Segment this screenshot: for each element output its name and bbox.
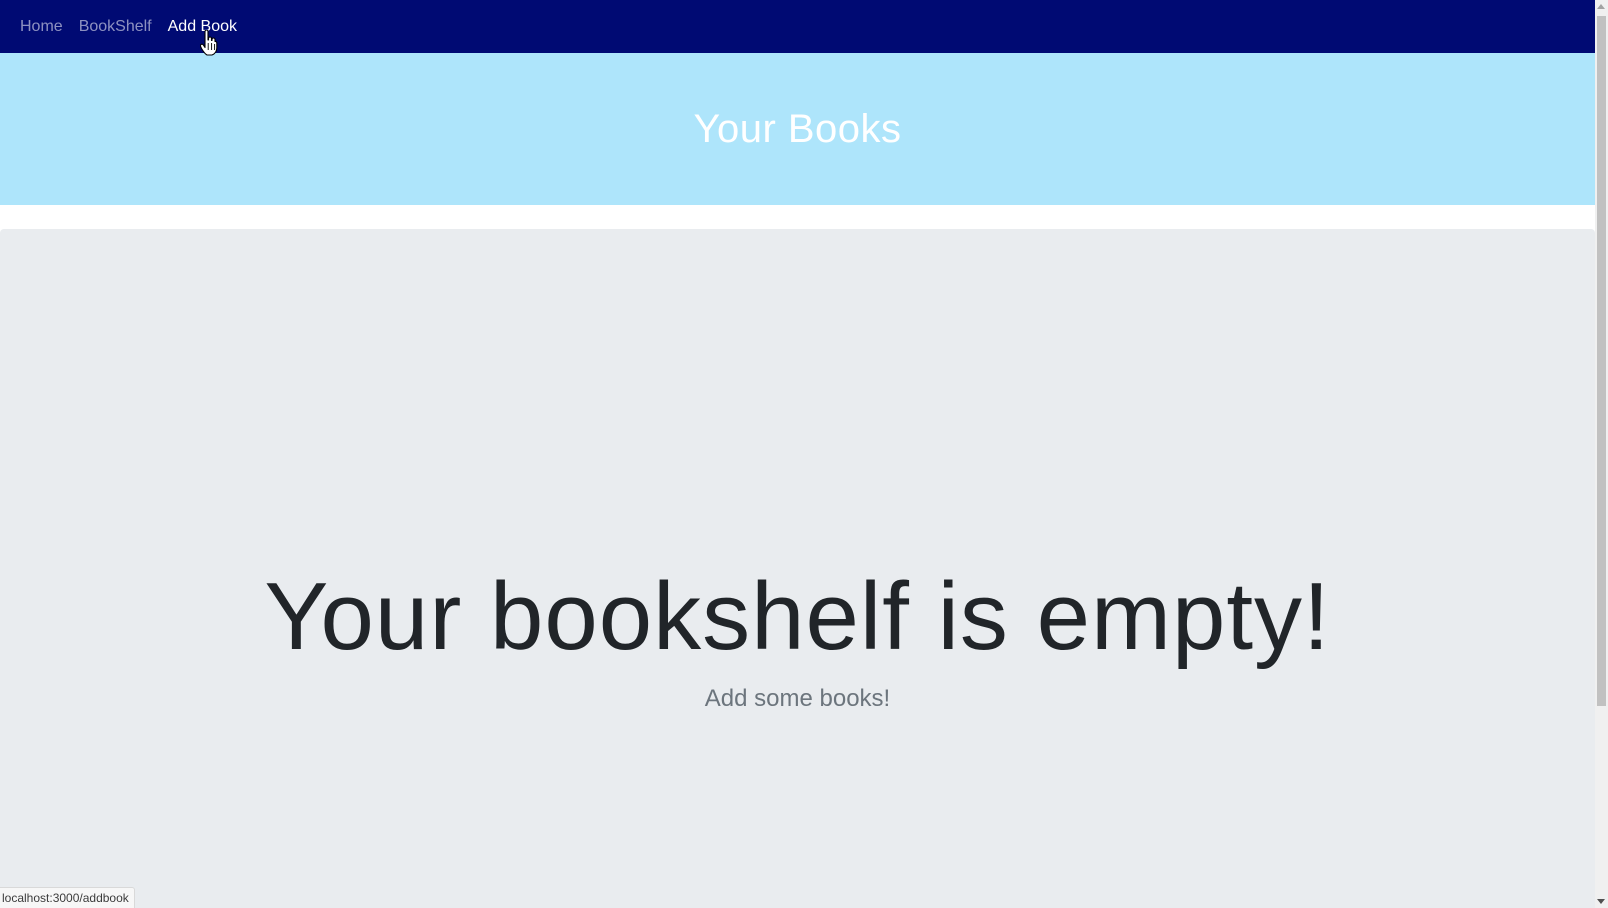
scroll-thumb[interactable]	[1597, 16, 1606, 706]
scroll-down-arrow-icon[interactable]	[1597, 899, 1605, 904]
empty-state-jumbotron: Your bookshelf is empty! Add some books!	[0, 229, 1595, 908]
vertical-scrollbar[interactable]	[1595, 0, 1608, 908]
header-banner: Your Books	[0, 53, 1595, 205]
hand-pointer-icon	[200, 30, 218, 56]
page: Home BookShelf Add Book Your Books Your …	[0, 0, 1608, 908]
nav-link-home[interactable]: Home	[20, 0, 63, 53]
status-bar-url: localhost:3000/addbook	[0, 887, 135, 908]
empty-state-subtext: Add some books!	[704, 685, 891, 712]
top-navbar: Home BookShelf Add Book	[0, 0, 1595, 53]
empty-state-heading: Your bookshelf is empty!	[264, 563, 1331, 670]
scroll-up-arrow-icon[interactable]	[1597, 4, 1605, 9]
page-title: Your Books	[693, 106, 902, 151]
nav-link-bookshelf[interactable]: BookShelf	[79, 0, 152, 53]
